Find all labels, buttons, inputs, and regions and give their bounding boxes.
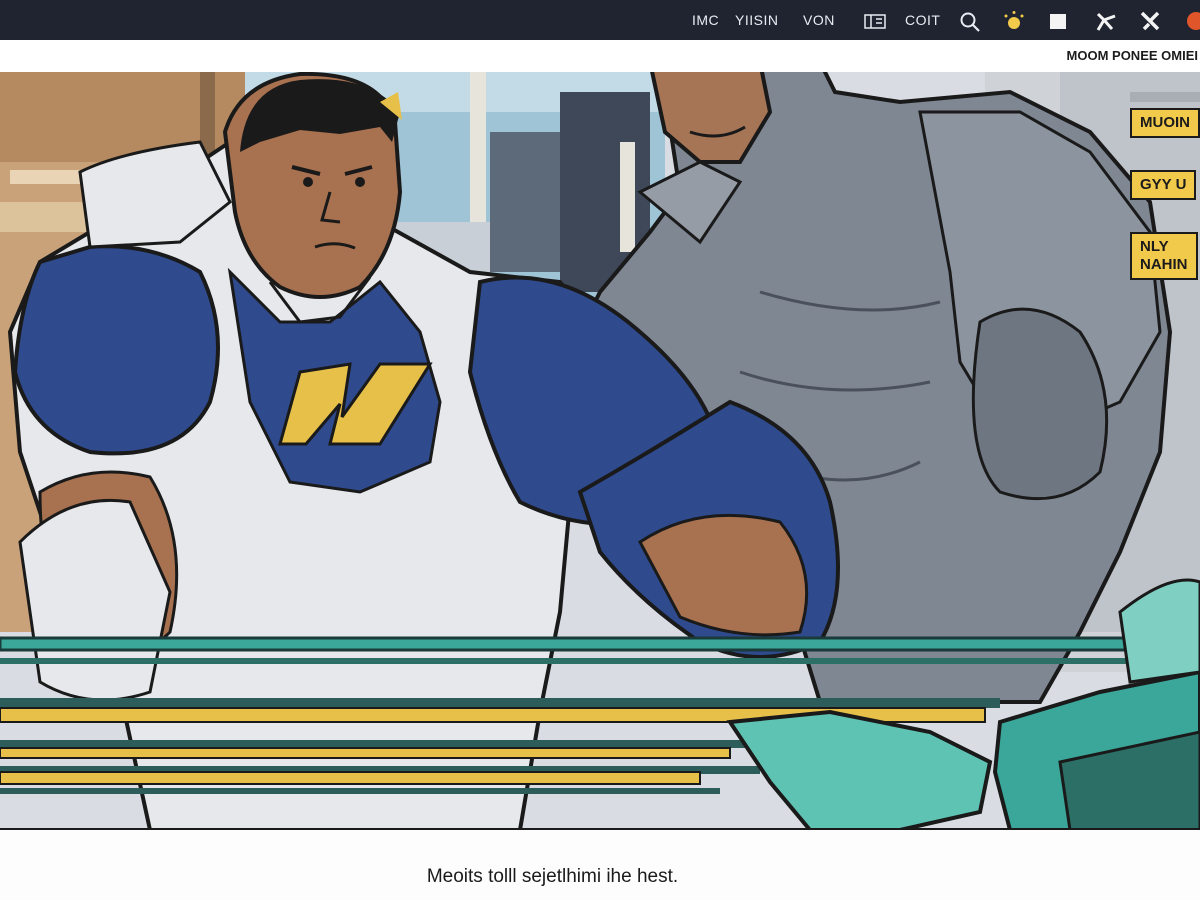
nav-item-coit[interactable]: COIT [905, 0, 940, 40]
list-icon[interactable] [864, 10, 886, 32]
comic-panel [0, 72, 1200, 830]
share-icon[interactable] [1095, 10, 1117, 32]
square-icon[interactable] [1047, 10, 1069, 32]
nav-item-yiisin[interactable]: YIISIN [735, 0, 778, 40]
nav-label[interactable]: COIT [905, 12, 940, 28]
comic-artwork [0, 72, 1200, 830]
side-tag: GYY U [1130, 170, 1197, 200]
panel-caption: Meoits tolll sejetlhimi ihe hest. [426, 866, 679, 887]
sub-header [0, 40, 1200, 73]
tools-icon[interactable] [1139, 10, 1161, 32]
side-tag: MUOIN [1130, 108, 1200, 138]
search-icon[interactable] [959, 10, 981, 32]
brightness-icon[interactable] [1003, 10, 1025, 32]
page-subtitle: MOOM PONEE OMIEI [1066, 48, 1198, 63]
record-icon[interactable] [1182, 10, 1200, 32]
nav-label[interactable]: YIISIN [735, 12, 778, 28]
side-tag: NLY NAHIN [1130, 232, 1198, 280]
nav-item-von[interactable]: VON [803, 0, 835, 40]
nav-label[interactable]: VON [803, 12, 835, 28]
nav-label[interactable]: IMC [692, 12, 719, 28]
nav-item-imc[interactable]: IMC [692, 0, 719, 40]
